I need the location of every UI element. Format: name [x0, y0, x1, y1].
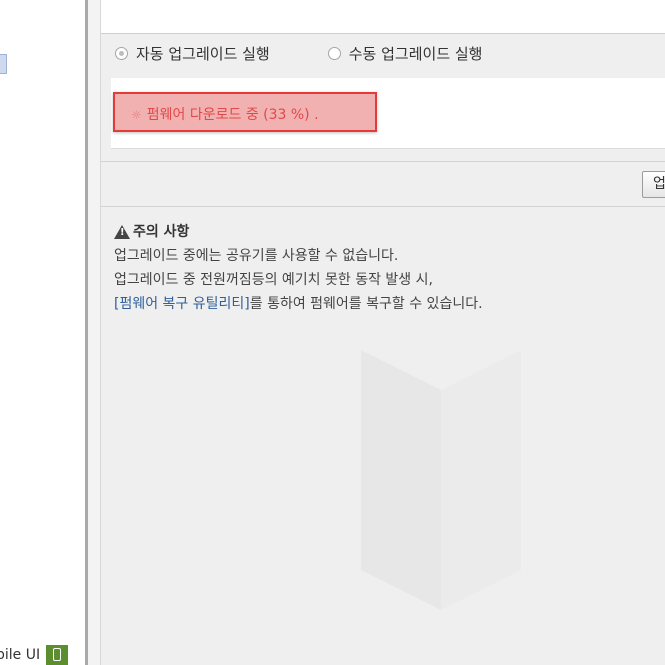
main-content: 자동 업그레이드 실행 수동 업그레이드 실행 ☼ 펌웨어 다운로드 중 (33 …: [101, 0, 665, 665]
mobile-ui-link[interactable]: bile UI: [0, 645, 69, 665]
manual-upgrade-radio[interactable]: [327, 47, 341, 60]
notice-section: 주의 사항 업그레이드 중에는 공유기를 사용할 수 없습니다. 업그레이드 중…: [114, 220, 483, 316]
notice-line-3: [펌웨어 복구 유틸리티]를 통하여 펌웨어를 복구할 수 있습니다.: [114, 292, 483, 316]
mobile-phone-icon[interactable]: [46, 645, 69, 665]
notice-title: 주의 사항: [133, 224, 190, 240]
manual-upgrade-label[interactable]: 수동 업그레이드 실행: [349, 43, 483, 64]
notice-line-1: 업그레이드 중에는 공유기를 사용할 수 없습니다.: [114, 248, 399, 264]
auto-upgrade-radio[interactable]: [115, 47, 128, 60]
loading-spinner-icon: ☼: [131, 108, 142, 122]
background-watermark: [361, 350, 521, 610]
top-section: [101, 0, 665, 34]
notice-line-2: 업그레이드 중 전원꺼짐등의 예기치 못한 동작 발생 시,: [114, 272, 433, 288]
notice-heading: 주의 사항: [114, 220, 483, 244]
firmware-recovery-utility-link[interactable]: [펌웨어 복구 유틸리티]: [114, 296, 250, 312]
sidebar-selected-item[interactable]: [0, 54, 7, 74]
action-row: 업: [101, 162, 665, 207]
download-progress-text: 펌웨어 다운로드 중 (33 %) .: [146, 107, 319, 123]
warning-triangle-icon: [114, 225, 130, 239]
mobile-ui-label: bile UI: [0, 647, 41, 663]
auto-upgrade-label[interactable]: 자동 업그레이드 실행: [136, 43, 270, 64]
notice-line-3-text: 를 통하여 펌웨어를 복구할 수 있습니다.: [249, 296, 483, 312]
manual-upgrade-option[interactable]: 수동 업그레이드 실행: [327, 43, 483, 64]
download-progress-status: ☼ 펌웨어 다운로드 중 (33 %) .: [131, 104, 319, 124]
upgrade-status-box: ☼ 펌웨어 다운로드 중 (33 %) .: [111, 78, 665, 149]
upgrade-button[interactable]: 업: [642, 171, 665, 198]
panel-gutter: [88, 0, 101, 665]
upgrade-mode-options: 자동 업그레이드 실행 수동 업그레이드 실행: [115, 43, 483, 64]
left-sidebar: bile UI: [0, 0, 85, 665]
download-progress-highlight: ☼ 펌웨어 다운로드 중 (33 %) .: [113, 92, 377, 132]
